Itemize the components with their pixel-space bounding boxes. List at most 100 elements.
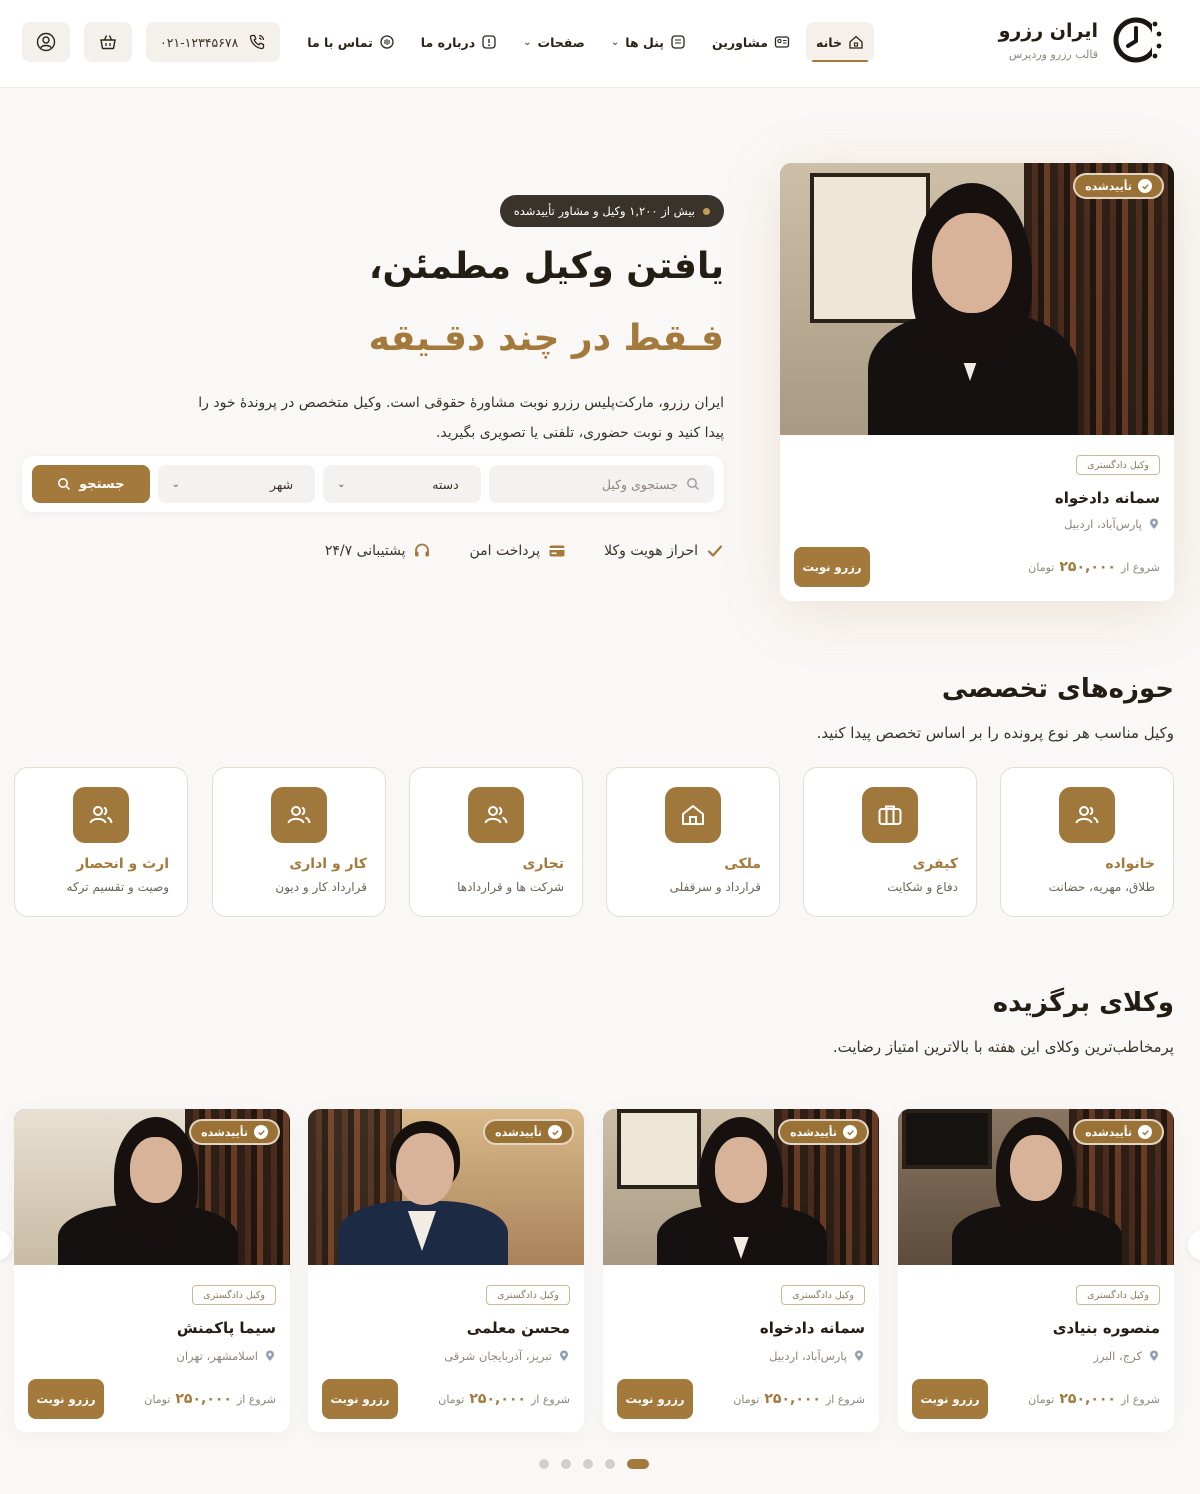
specialty-subtitle: دفاع و شکایت xyxy=(887,880,958,894)
featured-lawyer-card[interactable]: تأییدشده وکیل دادگستری سمانه دادخواه پار… xyxy=(780,163,1174,601)
nav-pages-label: صفحات xyxy=(537,34,585,50)
lawyer-price: شروع از ۲۵۰,۰۰۰ تومان xyxy=(1028,559,1160,575)
hero-features: احراز هویت وکلا پرداخت امن پشتیبانی ۲۴/۷ xyxy=(325,542,724,560)
checkmark-icon xyxy=(1138,1125,1152,1139)
feature-support: پشتیبانی ۲۴/۷ xyxy=(325,542,432,560)
lawyer-tag: وکیل دادگستری xyxy=(486,1285,570,1305)
lawyer-name: محسن معلمی xyxy=(466,1319,570,1337)
carousel-prev-button[interactable] xyxy=(0,1230,12,1260)
search-placeholder: جستجوی وکیل xyxy=(601,476,678,492)
lawyer-photo: تأییدشده xyxy=(780,163,1174,435)
specialty-card-commercial[interactable]: تجاری شرکت ها و قراردادها xyxy=(409,767,583,917)
book-appointment-button[interactable]: رزرو نوبت xyxy=(322,1379,398,1419)
search-button-label: جستجو xyxy=(79,476,125,492)
brand-subtitle: قالب رزرو وردپرس xyxy=(1008,47,1098,61)
feature-payment-label: پرداخت امن xyxy=(469,543,541,559)
lawyer-card[interactable]: تأییدشده وکیل دادگستری سیما پاکمنش اسلام… xyxy=(14,1109,290,1432)
phone-button[interactable]: ۰۲۱-۱۲۳۴۵۶۷۸ xyxy=(146,22,281,62)
lawyer-name: سیما پاکمنش xyxy=(176,1319,276,1337)
basket-icon xyxy=(100,35,116,50)
specialty-card-labor[interactable]: کار و اداری قرارداد کار و دیون xyxy=(212,767,386,917)
pagination-dot-active[interactable] xyxy=(627,1459,649,1469)
price-prefix: شروع از xyxy=(1120,560,1160,574)
pagination-dot[interactable] xyxy=(561,1459,571,1469)
lawyer-name: منصوره بنیادی xyxy=(1052,1319,1160,1337)
top-lawyers-title: وکلای برگزیده xyxy=(992,988,1174,1018)
verified-badge-label: تأییدشده xyxy=(201,1125,248,1139)
feature-secure-payment: پرداخت امن xyxy=(469,542,566,560)
nav-pages[interactable]: صفحات ⌄ xyxy=(513,22,595,62)
pagination-dot[interactable] xyxy=(605,1459,615,1469)
book-appointment-button[interactable]: رزرو نوبت xyxy=(617,1379,693,1419)
search-input[interactable]: جستجوی وکیل xyxy=(488,465,714,503)
book-appointment-button[interactable]: رزرو نوبت xyxy=(912,1379,988,1419)
nav-home[interactable]: خانه xyxy=(806,22,874,62)
specialty-card-inheritance[interactable]: ارث و انحصار وصیت و تقسیم ترکه xyxy=(14,767,188,917)
price-value: ۲۵۰,۰۰۰ xyxy=(469,1391,526,1407)
nav-home-label: خانه xyxy=(816,34,842,50)
nav-advisors[interactable]: مشاورین xyxy=(702,22,800,62)
lawyer-photo: تأییدشده xyxy=(603,1109,879,1265)
account-button[interactable] xyxy=(22,22,70,62)
brand[interactable]: ایران رزرو قالب رزرو وردپرس xyxy=(999,14,1164,66)
lawyer-location-text: تبریز، آذربایجان شرقی xyxy=(444,1349,552,1363)
hero-desc-line1: ایران رزرو، مارکت‌پلیس رزرو نوبت مشاورهٔ… xyxy=(198,395,724,411)
pagination-dot[interactable] xyxy=(583,1459,593,1469)
feature-support-label: پشتیبانی ۲۴/۷ xyxy=(324,543,406,559)
site-header: ایران رزرو قالب رزرو وردپرس خانه مشاورین… xyxy=(0,0,1200,88)
specialty-card-family[interactable]: خانواده طلاق، مهریه، حضانت xyxy=(1000,767,1174,917)
book-appointment-button[interactable]: رزرو نوبت xyxy=(28,1379,104,1419)
specialty-card-property[interactable]: ملکی قرارداد و سرقفلی xyxy=(606,767,780,917)
price-currency: تومان xyxy=(1028,560,1055,574)
category-select[interactable]: دسته ⌄ xyxy=(323,465,481,503)
specialty-title: کار و اداری xyxy=(289,856,367,872)
price-currency: تومان xyxy=(438,1392,465,1406)
chevron-down-icon: ⌄ xyxy=(610,36,620,48)
badge-dot-icon xyxy=(703,207,710,215)
home-icon xyxy=(849,35,863,49)
people-icon xyxy=(73,787,129,843)
specialty-title: خانواده xyxy=(1105,856,1155,872)
lawyer-card[interactable]: تأییدشده وکیل دادگستری منصوره بنیادی کرج… xyxy=(898,1109,1174,1432)
specialty-card-criminal[interactable]: کیفری دفاع و شکایت xyxy=(803,767,977,917)
verified-badge: تأییدشده xyxy=(1073,1119,1164,1145)
lawyer-card[interactable]: تأییدشده وکیل دادگستری سمانه دادخواه پار… xyxy=(603,1109,879,1432)
category-select-value: دسته xyxy=(432,476,459,492)
lawyer-tag: وکیل دادگستری xyxy=(192,1285,276,1305)
lawyer-price: شروع از ۲۵۰,۰۰۰ تومان xyxy=(144,1391,276,1407)
book-appointment-button[interactable]: رزرو نوبت xyxy=(794,547,870,587)
location-pin-icon xyxy=(560,1350,568,1361)
headset-icon xyxy=(415,543,430,557)
verified-badge-label: تأییدشده xyxy=(790,1125,837,1139)
search-button[interactable]: جستجو xyxy=(32,465,150,503)
hero-badge: بیش از ۱,۲۰۰ وکیل و مشاور تأییدشده xyxy=(499,195,724,227)
pagination-dot[interactable] xyxy=(539,1459,549,1469)
nav-contact[interactable]: تماس با ما xyxy=(297,22,405,62)
cart-button[interactable] xyxy=(84,22,132,62)
price-currency: تومان xyxy=(144,1392,171,1406)
chevron-down-icon: ⌄ xyxy=(171,478,180,490)
lawyer-location-text: کرج، البرز xyxy=(1093,1349,1142,1363)
carousel-next-button[interactable] xyxy=(1188,1230,1200,1260)
people-icon xyxy=(1059,787,1115,843)
nav-panels[interactable]: پنل ها ⌄ xyxy=(601,22,696,62)
card-icon xyxy=(549,545,565,557)
lawyer-location: پارس‌آباد، اردبیل xyxy=(1064,517,1160,531)
lawyer-name: سمانه دادخواه xyxy=(759,1319,865,1337)
price-currency: تومان xyxy=(1028,1392,1055,1406)
lawyer-card[interactable]: تأییدشده وکیل دادگستری محسن معلمی تبریز،… xyxy=(308,1109,584,1432)
lawyer-location-text: پارس‌آباد، اردبیل xyxy=(1064,517,1142,531)
hero-title-accent: فـقط در چند دقـیقه xyxy=(368,318,724,359)
user-icon xyxy=(36,32,56,52)
lawyer-tag: وکیل دادگستری xyxy=(781,1285,865,1305)
lawyer-photo: تأییدشده xyxy=(14,1109,290,1265)
lawyer-location-text: پارس‌آباد، اردبیل xyxy=(769,1349,847,1363)
city-select[interactable]: شهر ⌄ xyxy=(157,465,316,503)
feature-verified: احراز هویت وکلا xyxy=(604,542,724,560)
specialty-title: ارث و انحصار xyxy=(76,856,169,872)
verified-badge-label: تأییدشده xyxy=(1085,179,1132,193)
check-icon xyxy=(707,545,723,557)
price-prefix: شروع از xyxy=(825,1392,865,1406)
nav-about[interactable]: درباره ما xyxy=(411,22,507,62)
advisors-icon xyxy=(774,36,790,48)
